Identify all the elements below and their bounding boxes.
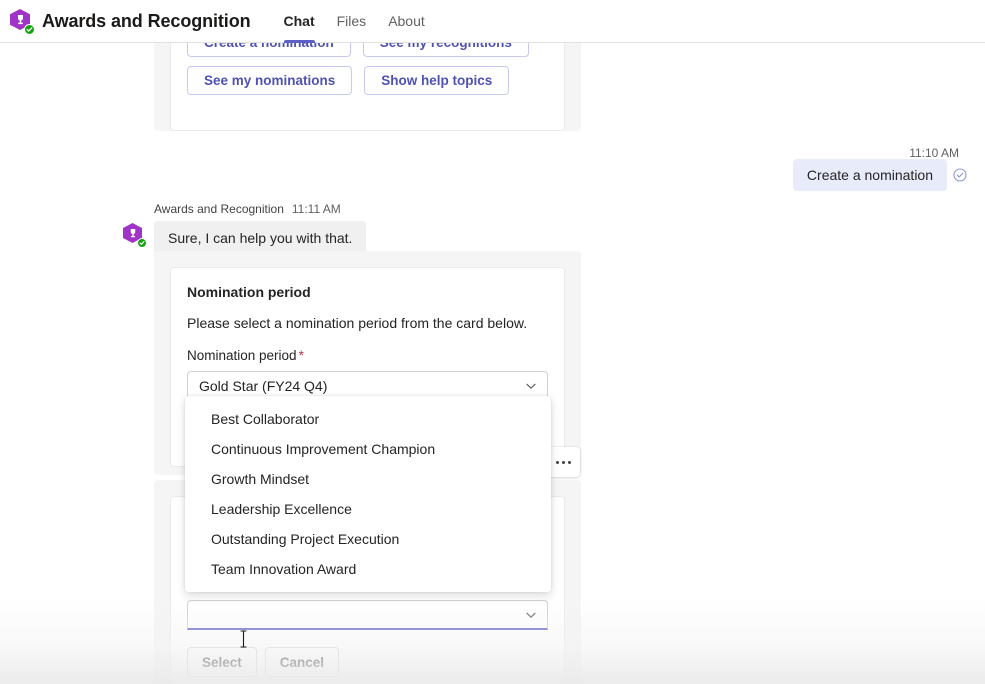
outgoing-message-text: Create a nomination (792, 159, 947, 191)
available-check-icon (24, 24, 35, 35)
chevron-down-icon (524, 379, 538, 393)
dropdown-option-best-collaborator[interactable]: Best Collaborator (185, 404, 551, 434)
see-my-nominations-button[interactable]: See my nominations (187, 66, 353, 95)
tab-files[interactable]: Files (326, 0, 378, 43)
select-button[interactable]: Select (187, 647, 257, 677)
sent-check-circle-icon (953, 168, 967, 182)
incoming-message-sender: Awards and Recognition (154, 202, 284, 216)
show-help-topics-button[interactable]: Show help topics (364, 66, 510, 95)
form-heading: Nomination period (187, 284, 311, 300)
chevron-down-icon (524, 608, 538, 622)
incoming-message-timestamp: 11:11 AM (291, 202, 341, 216)
dropdown-option-continuous-improvement-champion[interactable]: Continuous Improvement Champion (185, 434, 551, 464)
tab-bar: Chat Files About (273, 0, 436, 43)
nomination-period-select-value: Gold Star (FY24 Q4) (199, 378, 328, 394)
nomination-period-label-text: Nomination period (187, 348, 297, 363)
incoming-message-header: Awards and Recognition 11:11 AM (154, 202, 341, 216)
dropdown-option-outstanding-project-execution[interactable]: Outstanding Project Execution (185, 524, 551, 554)
dropdown-option-growth-mindset[interactable]: Growth Mindset (185, 464, 551, 494)
incoming-message-text: Sure, I can help you with that. (154, 221, 367, 255)
create-nomination-button[interactable]: Create a nomination (187, 43, 351, 57)
avatar (122, 223, 147, 248)
dropdown-option-team-innovation-award[interactable]: Team Innovation Award (185, 554, 551, 584)
chat-message-list[interactable]: Create a nomination See my recognitions … (0, 43, 985, 684)
form-description: Please select a nomination period from t… (187, 315, 528, 331)
required-asterisk: * (298, 348, 304, 363)
page-title: Awards and Recognition (42, 10, 251, 31)
outgoing-message: Create a nomination (792, 159, 967, 191)
see-my-recognitions-button[interactable]: See my recognitions (362, 43, 529, 57)
available-check-icon (137, 238, 147, 248)
tab-chat[interactable]: Chat (273, 0, 326, 43)
nomination-period-label: Nomination period* (187, 348, 548, 363)
form-action-row: Select Cancel (187, 647, 548, 677)
nomination-period-dropdown[interactable]: Best Collaborator Continuous Improvement… (185, 396, 551, 592)
nomination-period-combobox[interactable] (187, 600, 548, 630)
app-avatar (8, 8, 35, 35)
suggestion-button-grid: Create a nomination See my recognitions … (187, 43, 548, 95)
ellipsis-icon (555, 460, 559, 464)
dropdown-option-leadership-excellence[interactable]: Leadership Excellence (185, 494, 551, 524)
ellipsis-icon (561, 460, 565, 464)
cancel-button[interactable]: Cancel (264, 647, 340, 677)
more-options-button[interactable] (546, 447, 580, 477)
outgoing-message-timestamp: 11:10 AM (909, 146, 959, 160)
tab-about[interactable]: About (377, 0, 436, 43)
app-header: Awards and Recognition Chat Files About (0, 0, 985, 43)
ellipsis-icon (567, 460, 571, 464)
message-card-suggestions: Create a nomination See my recognitions … (154, 43, 581, 131)
suggestion-card-body: Create a nomination See my recognitions … (170, 43, 565, 131)
